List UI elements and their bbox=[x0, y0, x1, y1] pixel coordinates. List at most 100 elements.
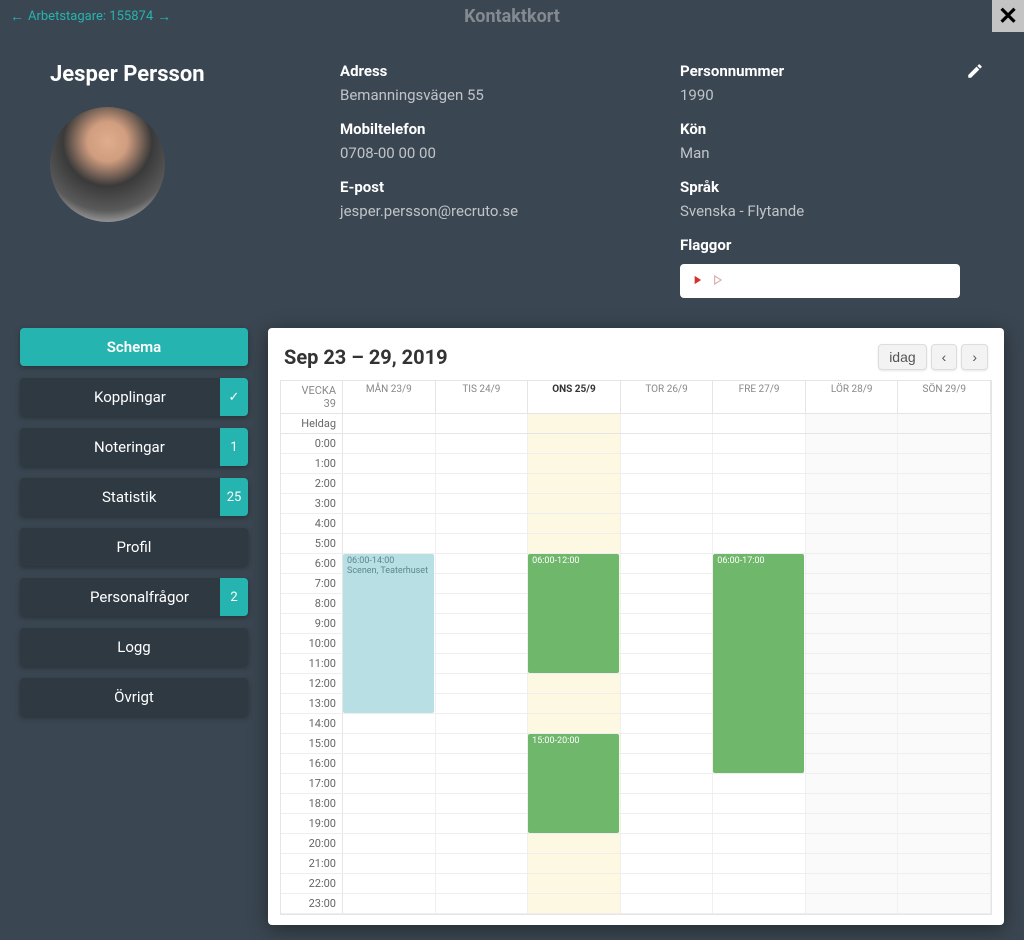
hour-cell[interactable] bbox=[621, 754, 714, 773]
hour-cell[interactable] bbox=[436, 694, 529, 713]
hour-cell[interactable] bbox=[528, 674, 621, 693]
hour-cell[interactable] bbox=[898, 794, 991, 813]
hour-cell[interactable] bbox=[898, 674, 991, 693]
hour-cell[interactable] bbox=[343, 434, 436, 453]
hour-cell[interactable] bbox=[806, 734, 899, 753]
hour-cell[interactable] bbox=[343, 814, 436, 833]
hour-cell[interactable] bbox=[713, 434, 806, 453]
hour-cell[interactable] bbox=[806, 854, 899, 873]
allday-cell[interactable] bbox=[528, 414, 621, 433]
hour-cell[interactable] bbox=[806, 754, 899, 773]
allday-cell[interactable] bbox=[621, 414, 714, 433]
hour-cell[interactable] bbox=[621, 654, 714, 673]
hour-cell[interactable] bbox=[898, 534, 991, 553]
hour-cell[interactable] bbox=[713, 474, 806, 493]
hour-cell[interactable] bbox=[436, 674, 529, 693]
hour-cell[interactable] bbox=[436, 754, 529, 773]
hour-cell[interactable] bbox=[898, 654, 991, 673]
hour-cell[interactable] bbox=[621, 874, 714, 893]
hour-cell[interactable] bbox=[436, 614, 529, 633]
hour-cell[interactable] bbox=[806, 714, 899, 733]
hour-cell[interactable] bbox=[621, 814, 714, 833]
hour-cell[interactable] bbox=[898, 774, 991, 793]
hour-cell[interactable] bbox=[621, 554, 714, 573]
hour-cell[interactable] bbox=[343, 774, 436, 793]
hour-cell[interactable] bbox=[436, 474, 529, 493]
tab-statistik[interactable]: Statistik 25 bbox=[20, 478, 248, 516]
hour-cell[interactable] bbox=[898, 694, 991, 713]
hour-cell[interactable] bbox=[343, 454, 436, 473]
next-week-button[interactable]: › bbox=[961, 344, 988, 370]
hour-cell[interactable] bbox=[528, 514, 621, 533]
hour-cell[interactable] bbox=[806, 634, 899, 653]
hour-cell[interactable] bbox=[806, 694, 899, 713]
hour-cell[interactable] bbox=[621, 854, 714, 873]
hour-cell[interactable] bbox=[806, 654, 899, 673]
breadcrumb[interactable]: ← Arbetstagare: 155874 → bbox=[10, 8, 171, 25]
hour-cell[interactable] bbox=[898, 474, 991, 493]
hour-cell[interactable] bbox=[713, 834, 806, 853]
calendar-event[interactable]: 06:00-14:00Scenen, Teaterhuset bbox=[343, 554, 434, 713]
hour-cell[interactable] bbox=[528, 474, 621, 493]
hour-cell[interactable] bbox=[713, 874, 806, 893]
hour-cell[interactable] bbox=[713, 794, 806, 813]
hour-cell[interactable] bbox=[528, 534, 621, 553]
hour-cell[interactable] bbox=[898, 454, 991, 473]
hour-cell[interactable] bbox=[806, 594, 899, 613]
hour-cell[interactable] bbox=[436, 594, 529, 613]
hour-cell[interactable] bbox=[621, 434, 714, 453]
hour-cell[interactable] bbox=[528, 874, 621, 893]
hour-cell[interactable] bbox=[806, 574, 899, 593]
hour-cell[interactable] bbox=[621, 834, 714, 853]
hour-cell[interactable] bbox=[436, 454, 529, 473]
hour-cell[interactable] bbox=[343, 514, 436, 533]
hour-cell[interactable] bbox=[436, 574, 529, 593]
hour-cell[interactable] bbox=[343, 474, 436, 493]
hour-cell[interactable] bbox=[621, 634, 714, 653]
prev-week-button[interactable]: ‹ bbox=[931, 344, 958, 370]
hour-cell[interactable] bbox=[621, 574, 714, 593]
hour-cell[interactable] bbox=[343, 534, 436, 553]
hour-cell[interactable] bbox=[898, 434, 991, 453]
calendar-event[interactable]: 06:00-12:00 bbox=[528, 554, 619, 673]
hour-cell[interactable] bbox=[806, 774, 899, 793]
calendar-event[interactable]: 06:00-17:00 bbox=[713, 554, 804, 773]
allday-cell[interactable] bbox=[898, 414, 991, 433]
flags-box[interactable] bbox=[680, 264, 960, 298]
hour-cell[interactable] bbox=[898, 554, 991, 573]
hour-cell[interactable] bbox=[898, 754, 991, 773]
hour-cell[interactable] bbox=[436, 814, 529, 833]
hour-cell[interactable] bbox=[806, 894, 899, 913]
tab-kopplingar[interactable]: Kopplingar bbox=[20, 378, 248, 416]
hour-cell[interactable] bbox=[436, 494, 529, 513]
hour-cell[interactable] bbox=[528, 494, 621, 513]
allday-cell[interactable] bbox=[343, 414, 436, 433]
tab-profil[interactable]: Profil bbox=[20, 528, 248, 566]
hour-cell[interactable] bbox=[898, 734, 991, 753]
hour-cell[interactable] bbox=[528, 894, 621, 913]
hour-cell[interactable] bbox=[898, 894, 991, 913]
hour-cell[interactable] bbox=[898, 814, 991, 833]
hour-cell[interactable] bbox=[806, 874, 899, 893]
hour-cell[interactable] bbox=[806, 514, 899, 533]
edit-icon[interactable] bbox=[966, 62, 984, 84]
tab-logg[interactable]: Logg bbox=[20, 628, 248, 666]
hour-cell[interactable] bbox=[343, 894, 436, 913]
hour-cell[interactable] bbox=[343, 794, 436, 813]
today-button[interactable]: idag bbox=[878, 344, 926, 370]
hour-cell[interactable] bbox=[806, 794, 899, 813]
hour-cell[interactable] bbox=[436, 434, 529, 453]
tab-schema[interactable]: Schema bbox=[20, 328, 248, 366]
hour-cell[interactable] bbox=[621, 734, 714, 753]
hour-cell[interactable] bbox=[806, 674, 899, 693]
hour-cell[interactable] bbox=[528, 834, 621, 853]
hour-cell[interactable] bbox=[436, 554, 529, 573]
hour-cell[interactable] bbox=[436, 534, 529, 553]
hour-cell[interactable] bbox=[806, 494, 899, 513]
hour-cell[interactable] bbox=[806, 814, 899, 833]
hour-cell[interactable] bbox=[898, 874, 991, 893]
calendar-event[interactable]: 15:00-20:00 bbox=[528, 734, 619, 833]
hour-cell[interactable] bbox=[436, 854, 529, 873]
tab-noteringar[interactable]: Noteringar 1 bbox=[20, 428, 248, 466]
hour-cell[interactable] bbox=[621, 494, 714, 513]
